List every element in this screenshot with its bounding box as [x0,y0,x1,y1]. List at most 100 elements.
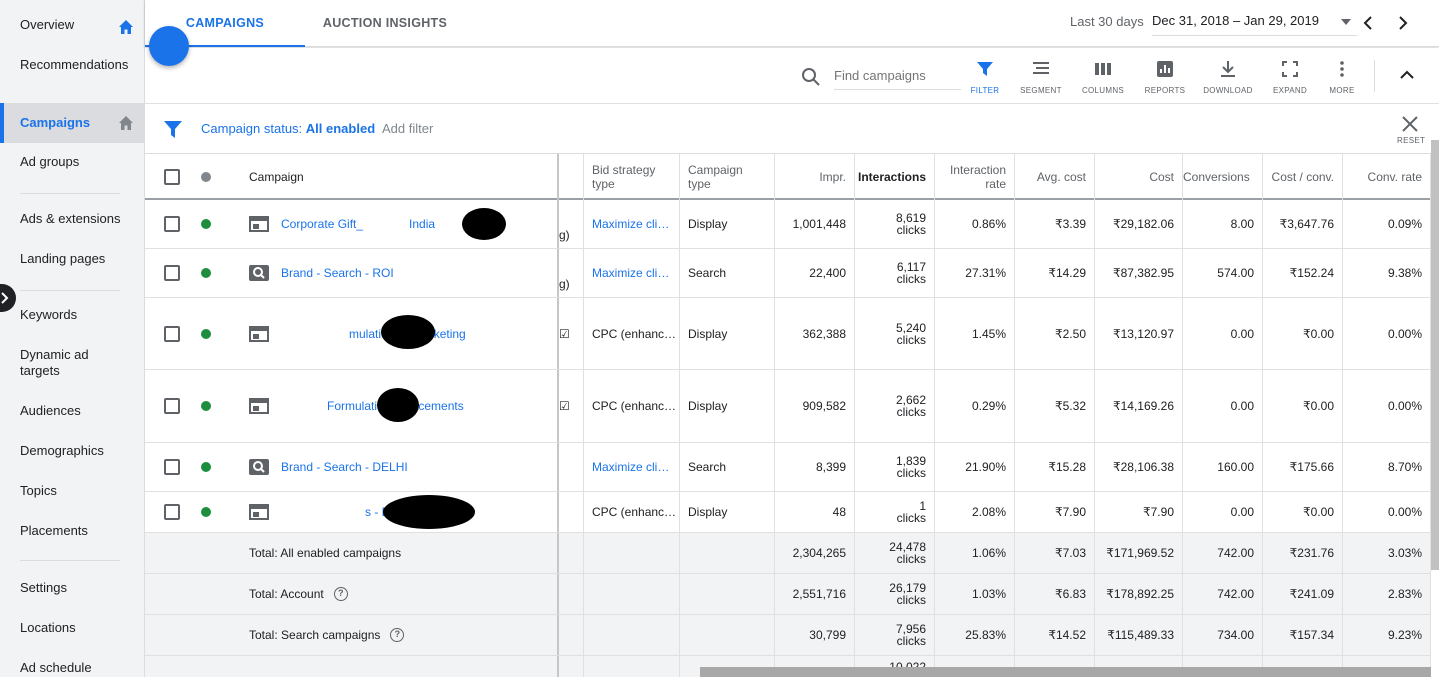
table-row[interactable]: s - Display - Text CPC (enhanc… Display 48 2… [145,492,1431,533]
costconv-header[interactable]: Cost / conv. [1263,154,1343,200]
cost-header[interactable]: Cost [1095,154,1183,200]
home-icon [119,20,133,34]
more-button[interactable]: MORE [1314,60,1370,95]
conv-header[interactable]: Conversions [1183,154,1263,200]
avg-cell: ₹6.83 [1015,574,1095,614]
sidebar-item-ad-schedule[interactable]: Ad schedule [0,660,144,677]
bid-strategy-cell[interactable]: Maximize cli… [584,249,680,297]
reports-button[interactable]: REPORTS [1137,60,1193,95]
bid-header[interactable]: Bid strategy type [584,154,680,200]
sidebar-item-keywords[interactable]: Keywords [0,307,144,327]
row-checkbox[interactable] [164,504,180,520]
campaign-name-link[interactable]: Brand - Search - ROI [281,266,394,280]
cost-cell: ₹28,106.38 [1095,443,1183,491]
help-icon[interactable]: ? [333,587,348,601]
impr-value: 2,304,265 [792,546,846,560]
sidebar-item-settings[interactable]: Settings [0,580,144,600]
campaign-name: Brand - Search - ROI [281,266,394,280]
interactions-unit: clicks [896,593,926,607]
sidebar-item-locations[interactable]: Locations [0,620,144,640]
sidebar-item-demographics[interactable]: Demographics [0,443,144,463]
enabled-status-dot[interactable] [201,507,211,517]
row-checkbox[interactable] [164,398,180,414]
campaign-name-link[interactable]: Brand - Search - DELHI [281,460,408,474]
rate-value: 1.45% [971,326,1006,341]
next-period-icon[interactable] [1397,15,1409,31]
table-row[interactable]: mulation Remarketing☑ CPC (enhanc… Display… [145,298,1431,370]
sidebar-item-placements[interactable]: Placements [0,523,144,543]
campaign-status-filter-chip[interactable]: Campaign status: All enabled [201,121,375,136]
collapse-chart-icon[interactable] [1400,70,1414,79]
campaign-type-cell: Display [680,370,775,442]
sidebar-item-audiences[interactable]: Audiences [0,403,144,423]
convrate-value: 8.70% [1387,460,1422,474]
impr-value: 30,799 [809,628,846,642]
convrate-cell: 8.70% [1343,443,1431,491]
campaign-type-value: Search [688,266,727,280]
avg-header[interactable]: Avg. cost [1015,154,1095,200]
enabled-status-dot[interactable] [201,462,211,472]
enabled-status-dot[interactable] [201,268,211,278]
sidebar-item-topics[interactable]: Topics [0,483,144,503]
table-row[interactable]: Brand - Search - DELHI Maximize cli… Searc… [145,443,1431,492]
filter-button[interactable]: FILTER [957,60,1013,95]
sidebar-item-dynamic-ad-targets[interactable]: Dynamic ad targets [0,347,144,383]
sidebar-item-landing-pages[interactable]: Landing pages [0,251,144,271]
find-campaigns-input[interactable] [834,66,961,90]
sidebar-item-campaigns[interactable]: Campaigns [0,103,144,143]
table-row[interactable]: Brand - Search - ROI g) Maximize cli… Searc… [145,249,1431,298]
download-button[interactable]: DOWNLOAD [1200,60,1256,95]
impr-header[interactable]: Impr. [775,154,855,200]
rate-header[interactable]: Interaction rate [935,154,1015,200]
avg-cell: ₹5.32 [1015,370,1095,442]
date-range-picker[interactable]: Dec 31, 2018 – Jan 29, 2019 [1152,8,1357,36]
tool-label: MORE [1329,86,1355,95]
previous-period-icon[interactable] [1362,15,1374,31]
expand-button[interactable]: EXPAND [1262,60,1318,95]
help-icon[interactable]: ? [390,628,405,642]
sidebar-item-ad-groups[interactable]: Ad groups [0,154,144,174]
costconv-value: ₹0.00 [1303,399,1334,413]
enabled-status-dot[interactable] [201,328,211,339]
segment-button[interactable]: SEGMENT [1013,60,1069,95]
table-row[interactable]: Corporate Gift_ India g) Maximize cli… Displ… [145,200,1431,249]
horizontal-scrollbar[interactable] [700,667,1431,677]
select-all-checkbox[interactable] [164,169,180,185]
tab-auction-insights[interactable]: AUCTION INSIGHTS [305,0,465,47]
filter-bar: Campaign status: All enabled Add filter … [145,104,1439,154]
row-checkbox[interactable] [164,459,180,475]
row-checkbox[interactable] [164,325,180,342]
row-checkbox[interactable] [164,265,180,281]
campaign-type-cell: Search [680,249,775,297]
campaign-name-link[interactable]: Corporate Gift_ India [281,217,435,231]
add-filter-link[interactable]: Add filter [382,121,433,136]
vertical-scrollbar[interactable] [1431,140,1439,570]
empty-cell [584,574,680,614]
sidebar-item-ads-extensions[interactable]: Ads & extensions [0,211,144,231]
sidebar-item-overview[interactable]: Overview [0,17,144,37]
costconv-cell: ₹231.76 [1263,533,1343,573]
avg-cell: ₹7.90 [1015,492,1095,532]
bid-strategy-cell[interactable]: Maximize cli… [584,443,680,491]
costconv-cell: ₹175.66 [1263,443,1343,491]
convrate-value: 2.83% [1387,587,1422,601]
cost-cell: ₹171,969.52 [1095,533,1183,573]
interactions-cell: 7,956 clicks [855,615,935,655]
reset-filter-button[interactable]: RESET [1397,116,1425,145]
enabled-status-dot[interactable] [201,401,211,411]
type-header[interactable]: Campaign type [680,154,775,200]
enabled-status-dot[interactable] [201,219,211,229]
convrate-header[interactable]: Conv. rate [1343,154,1431,200]
conv-cell: 0.00 [1183,492,1263,532]
row-checkbox[interactable] [164,216,180,232]
columns-button[interactable]: COLUMNS [1075,60,1131,95]
empty-cell [584,533,680,573]
sidebar-item-recommendations[interactable]: Recommendations [0,57,144,77]
bid-strategy-cell[interactable]: Maximize cli… [584,200,680,248]
avg-cell: ₹14.29 [1015,249,1095,297]
add-campaign-button[interactable] [149,26,189,66]
campaign-header[interactable]: Campaign [245,154,559,200]
sidebar-divider [20,290,120,291]
interactions-header[interactable]: Interactions [855,154,935,200]
table-row[interactable]: Formulation - Placements☑ CPC (enhanc… Dis… [145,370,1431,443]
